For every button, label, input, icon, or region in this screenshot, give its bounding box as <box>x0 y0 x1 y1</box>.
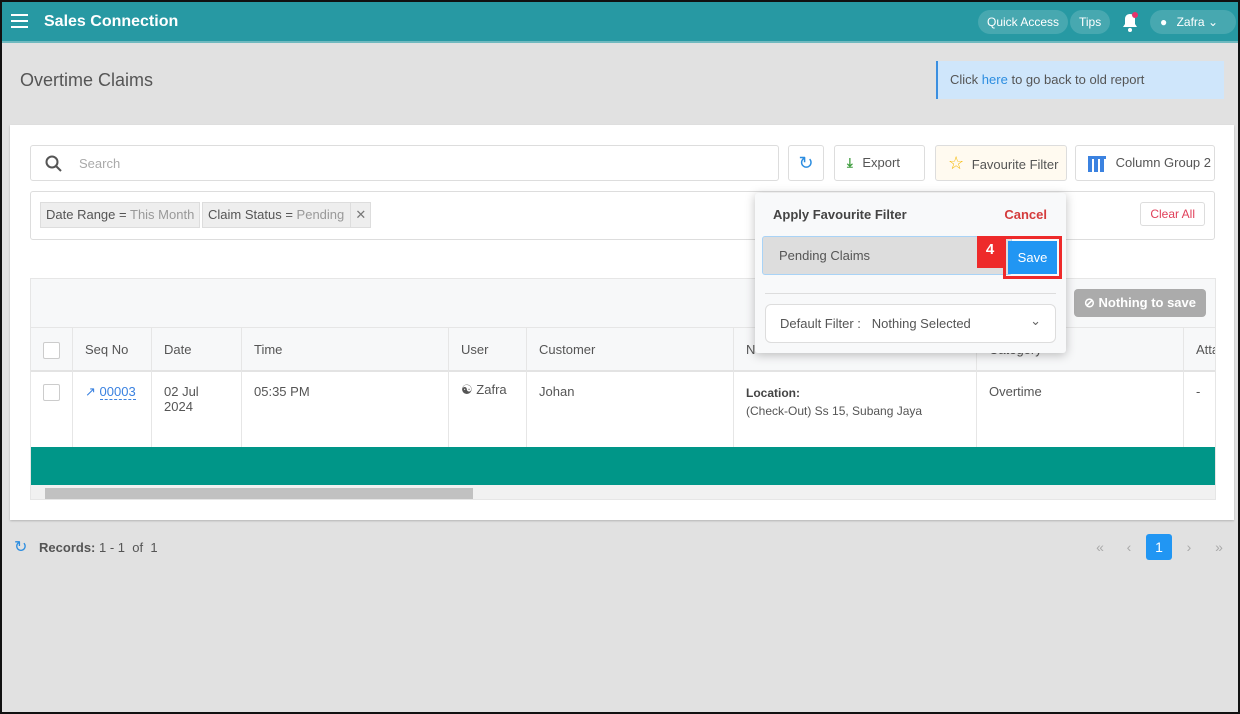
table-summary-bar <box>31 447 1215 485</box>
clear-all-button[interactable]: Clear All <box>1140 202 1205 226</box>
save-button[interactable]: Save <box>1008 241 1057 274</box>
column-group-label: Column Group 2 <box>1115 155 1212 170</box>
notice-text: to go back to old report <box>1011 72 1145 87</box>
download-icon: ⤓ <box>847 155 853 170</box>
chevron-down-icon: ⌄ <box>1030 313 1041 328</box>
filter-name-input[interactable]: Pending Claims <box>762 236 1012 275</box>
bell-icon[interactable] <box>1121 12 1139 32</box>
app-brand: Sales Connection <box>44 13 179 30</box>
refresh-icon[interactable]: ↻ <box>14 539 27 556</box>
category-cell: Overtime <box>976 370 1183 447</box>
user-cell: ☯ Zafra <box>448 370 526 447</box>
time-cell: 05:35 PM <box>241 370 448 447</box>
app-window: Sales Connection Quick Access Tips ● Zaf… <box>0 0 1240 714</box>
popup-title: Apply Favourite Filter <box>773 207 907 222</box>
scrollbar-thumb[interactable] <box>45 488 473 499</box>
cancel-button[interactable]: Cancel <box>1004 207 1047 222</box>
refresh-icon: ↻ <box>798 153 814 173</box>
tips-button[interactable]: Tips <box>1070 10 1111 34</box>
export-label: Export <box>862 155 900 170</box>
attachment-cell: - <box>1183 370 1215 447</box>
step-badge: 4 <box>977 236 1003 268</box>
page-title: Overtime Claims <box>20 70 154 90</box>
column-header[interactable]: Atta <box>1183 327 1215 370</box>
favourite-filter-popup: Apply Favourite Filter Cancel Pending Cl… <box>755 193 1066 353</box>
filter-chip-date-range[interactable]: Date Range = This Month <box>40 202 201 228</box>
nothing-to-save-button[interactable]: ⊘ Nothing to save <box>1073 289 1206 317</box>
horizontal-scrollbar[interactable] <box>31 485 1215 499</box>
favourite-label: Favourite Filter <box>971 157 1059 172</box>
user-name: Zafra <box>1176 15 1205 29</box>
export-button[interactable]: ⤓ Export <box>834 145 925 181</box>
top-bar: Sales Connection Quick Access Tips ● Zaf… <box>2 2 1238 43</box>
row-checkbox[interactable] <box>31 370 72 447</box>
seq-no-cell[interactable]: ↗ 00003 <box>72 370 151 447</box>
last-page-icon[interactable]: » <box>1206 534 1232 560</box>
external-link-icon: ↗ <box>85 384 96 399</box>
seq-no-link[interactable]: 00003 <box>99 384 136 400</box>
user-menu[interactable]: ● Zafra ⌄ <box>1150 10 1236 34</box>
favourite-filter-button[interactable]: ☆ Favourite Filter <box>935 145 1067 181</box>
star-icon: ☆ <box>948 153 965 173</box>
records-summary: ↻ Records: 1 - 1 of 1 <box>14 539 158 556</box>
column-group-button[interactable]: Column Group 2 <box>1075 145 1215 181</box>
date-cell: 02 Jul 2024 <box>151 370 241 447</box>
select-all-checkbox[interactable] <box>31 327 72 370</box>
user-icon: ☯ <box>461 382 473 397</box>
search-placeholder: Search <box>79 156 121 171</box>
column-header[interactable]: Time <box>241 327 448 370</box>
column-header[interactable]: User <box>448 327 526 370</box>
customer-cell: Johan <box>526 370 733 447</box>
save-highlight: Save <box>1003 236 1062 279</box>
column-header[interactable]: Date <box>151 327 241 370</box>
close-icon[interactable]: ✕ <box>350 203 370 227</box>
old-report-notice: Click here to go back to old report <box>936 61 1224 99</box>
chevron-down-icon: ⌄ <box>1207 15 1219 29</box>
ban-icon: ⊘ <box>1083 295 1095 310</box>
filter-chip-claim-status[interactable]: Claim Status = Pending ✕ <box>202 202 372 228</box>
old-report-link[interactable]: here <box>982 72 1008 87</box>
prev-page-icon[interactable]: ‹ <box>1116 534 1142 560</box>
quick-access-button[interactable]: Quick Access <box>978 10 1069 34</box>
notes-cell: Location: (Check-Out) Ss 15, Subang Jaya <box>733 370 976 447</box>
next-page-icon[interactable]: › <box>1176 534 1202 560</box>
columns-icon <box>1088 155 1106 172</box>
refresh-button[interactable]: ↻ <box>788 145 824 181</box>
first-page-icon[interactable]: « <box>1087 534 1113 560</box>
notice-text: Click <box>950 72 979 87</box>
divider <box>765 293 1056 294</box>
search-icon <box>45 155 62 172</box>
user-icon: ● <box>1160 15 1168 29</box>
search-input[interactable]: Search <box>30 145 779 181</box>
default-filter-select[interactable]: Default Filter : Nothing Selected ⌄ <box>765 304 1056 343</box>
column-header[interactable]: Customer <box>526 327 733 370</box>
hamburger-menu-icon[interactable] <box>11 14 28 32</box>
column-header[interactable]: Seq No <box>72 327 151 370</box>
page-1-button[interactable]: 1 <box>1146 534 1172 560</box>
